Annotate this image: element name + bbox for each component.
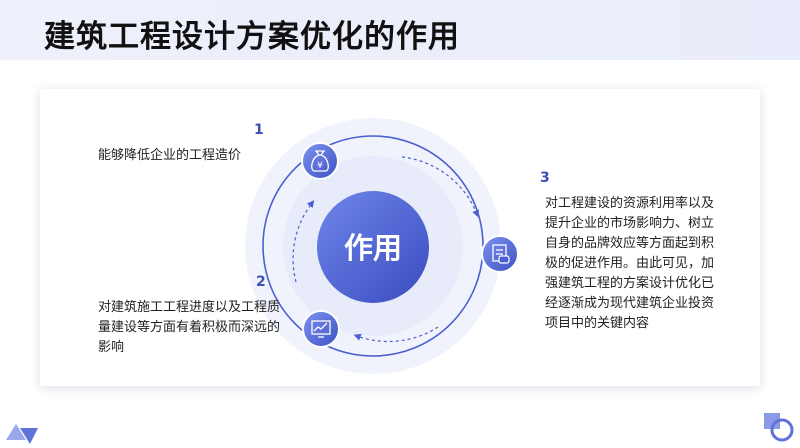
item-1-number: 1 [254,122,264,138]
chart-monitor-icon [302,310,340,348]
money-bag-icon: ¥ [301,142,339,180]
item-2-text: 对建筑施工工程进度以及工程质量建设等方面有着积极而深远的影响 [98,300,281,355]
corner-shapes-left [6,424,38,444]
item-2-number: 2 [256,274,266,290]
document-chat-icon [481,235,519,273]
center-label: 作用 [344,231,402,265]
corner-shapes-right [764,413,794,442]
svg-text:¥: ¥ [317,161,323,171]
item-3-text: 对工程建设的资源利用率以及提升企业的市场影响力、树立自身的品牌效应等方面起到积极… [545,196,715,331]
item-1-text: 能够降低企业的工程造价 [98,148,242,163]
item-3-number: 3 [540,170,550,186]
